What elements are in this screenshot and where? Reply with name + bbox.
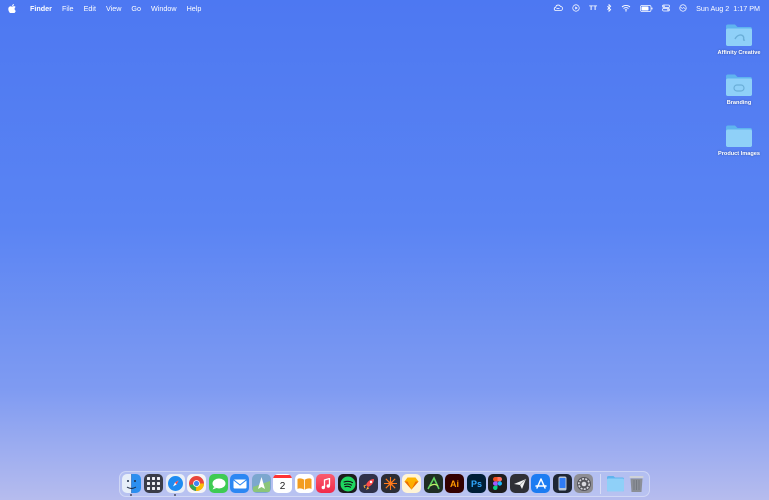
menu-window[interactable]: Window	[151, 4, 177, 13]
cloud-icon[interactable]	[553, 4, 563, 12]
dock-rocket-icon[interactable]	[359, 474, 378, 493]
desktop-folder-product-images[interactable]: Product Images	[709, 124, 769, 157]
dock-books-icon[interactable]	[295, 474, 314, 493]
desktop-folder-branding[interactable]: Branding	[709, 73, 769, 106]
wifi-icon[interactable]	[621, 4, 631, 12]
folder-label: Branding	[726, 100, 752, 106]
folder-label: Affinity Creative	[717, 50, 761, 56]
menu-bar: Finder File Edit View Go Window Help TT …	[0, 0, 769, 16]
running-indicator	[174, 494, 176, 496]
dock-paper-plane-icon[interactable]	[510, 474, 529, 493]
running-indicator	[130, 494, 132, 496]
menu-app-name[interactable]: Finder	[30, 4, 52, 13]
dock-maps-icon[interactable]	[252, 474, 271, 493]
dock-affinity-designer-icon[interactable]	[424, 474, 443, 493]
dock-downloads-folder-icon[interactable]	[606, 474, 625, 493]
menu-file[interactable]: File	[62, 4, 74, 13]
tt-icon[interactable]: TT	[589, 5, 597, 12]
menu-view[interactable]: View	[106, 4, 121, 13]
folder-icon	[726, 24, 752, 46]
dock-illustrator-icon[interactable]: Ai	[445, 474, 464, 493]
dock-separator	[600, 474, 601, 494]
dock-calendar-icon[interactable]: 2	[273, 474, 292, 493]
folder-label: Product Images	[718, 151, 760, 157]
folder-icon	[726, 125, 752, 147]
menu-left: Finder File Edit View Go Window Help	[0, 3, 211, 13]
dock-messages-icon[interactable]	[209, 474, 228, 493]
siri-icon[interactable]	[679, 4, 687, 12]
menu-go[interactable]: Go	[131, 4, 141, 13]
dock-mail-icon[interactable]	[230, 474, 249, 493]
dock-photoshop-icon[interactable]: Ps	[467, 474, 486, 493]
battery-icon[interactable]	[640, 4, 653, 12]
dock-trash-icon[interactable]	[627, 474, 646, 493]
dock-spotify-icon[interactable]	[338, 474, 357, 493]
dock-figma-icon[interactable]	[488, 474, 507, 493]
dock-system-preferences-icon[interactable]	[574, 474, 593, 493]
menu-help[interactable]: Help	[187, 4, 202, 13]
dock-launchpad-icon[interactable]	[144, 474, 163, 493]
play-circle-icon[interactable]	[572, 4, 580, 12]
dock-sketch-icon[interactable]	[402, 474, 421, 493]
dock-app-store-icon[interactable]	[531, 474, 550, 493]
control-center-icon[interactable]	[662, 4, 670, 12]
dock-affinity-icon[interactable]	[381, 474, 400, 493]
desktop-folder-affinity-creative[interactable]: Affinity Creative	[709, 23, 769, 56]
menu-extras: TT Sun Aug 2 1:17 PM	[544, 3, 769, 13]
dock-simulator-icon[interactable]	[553, 474, 572, 493]
bluetooth-icon[interactable]	[606, 3, 612, 13]
menu-clock[interactable]: Sun Aug 2 1:17 PM	[696, 4, 760, 13]
dock-music-icon[interactable]	[316, 474, 335, 493]
dock-finder-icon[interactable]	[122, 474, 141, 493]
calendar-date: 2	[279, 481, 286, 492]
menu-edit[interactable]: Edit	[84, 4, 96, 13]
apple-icon[interactable]	[8, 3, 16, 13]
dock-safari-icon[interactable]	[166, 474, 185, 493]
folder-icon	[726, 74, 752, 96]
dock-chrome-icon[interactable]	[187, 474, 206, 493]
